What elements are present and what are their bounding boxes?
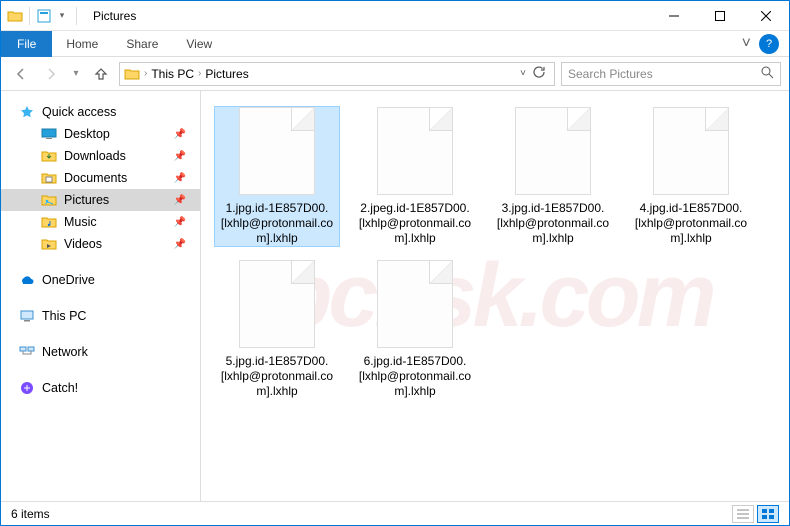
pin-icon: 📌 bbox=[174, 195, 186, 206]
sidebar-item-desktop[interactable]: Desktop 📌 bbox=[1, 123, 200, 145]
file-name: 5.jpg.id-1E857D00.[lxhlp@protonmail.com]… bbox=[215, 354, 339, 399]
sidebar-item-label: Quick access bbox=[42, 105, 116, 119]
file-item[interactable]: 4.jpg.id-1E857D00.[lxhlp@protonmail.com]… bbox=[629, 107, 753, 246]
sidebar-item-label: This PC bbox=[42, 309, 86, 323]
music-icon bbox=[41, 214, 57, 230]
file-item[interactable]: 3.jpg.id-1E857D00.[lxhlp@protonmail.com]… bbox=[491, 107, 615, 246]
file-item[interactable]: 6.jpg.id-1E857D00.[lxhlp@protonmail.com]… bbox=[353, 260, 477, 399]
folder-icon bbox=[7, 8, 23, 24]
file-item[interactable]: 1.jpg.id-1E857D00.[lxhlp@protonmail.com]… bbox=[215, 107, 339, 246]
file-icon bbox=[377, 260, 453, 348]
breadcrumb[interactable]: Pictures bbox=[205, 67, 248, 81]
file-name: 3.jpg.id-1E857D00.[lxhlp@protonmail.com]… bbox=[491, 201, 615, 246]
maximize-button[interactable] bbox=[697, 1, 743, 31]
window-title: Pictures bbox=[81, 9, 651, 23]
sidebar-item-catch-[interactable]: Catch! bbox=[1, 377, 200, 399]
minimize-button[interactable] bbox=[651, 1, 697, 31]
network-icon bbox=[19, 344, 35, 360]
sidebar-item-label: Music bbox=[64, 215, 97, 229]
sidebar-item-pictures[interactable]: Pictures 📌 bbox=[1, 189, 200, 211]
file-icon bbox=[239, 107, 315, 195]
file-icon bbox=[653, 107, 729, 195]
file-icon bbox=[239, 260, 315, 348]
main: Quick access Desktop📌Downloads📌Documents… bbox=[1, 91, 789, 501]
file-item[interactable]: 2.jpeg.id-1E857D00.[lxhlp@protonmail.com… bbox=[353, 107, 477, 246]
sidebar-item-label: Pictures bbox=[64, 193, 109, 207]
content-pane[interactable]: pcrisk.com 1.jpg.id-1E857D00.[lxhlp@prot… bbox=[201, 91, 789, 501]
address-row: ▾ › This PC › Pictures ˅ Search Pictures bbox=[1, 57, 789, 91]
address-actions: ˅ bbox=[516, 65, 550, 82]
search-placeholder: Search Pictures bbox=[568, 67, 653, 81]
search-icon[interactable] bbox=[760, 65, 774, 82]
file-name: 4.jpg.id-1E857D00.[lxhlp@protonmail.com]… bbox=[629, 201, 753, 246]
tab-home[interactable]: Home bbox=[52, 33, 112, 55]
videos-icon bbox=[41, 236, 57, 252]
file-name: 1.jpg.id-1E857D00.[lxhlp@protonmail.com]… bbox=[215, 201, 339, 246]
ribbon: File Home Share View ˅ ? bbox=[1, 31, 789, 57]
sidebar-item-label: Catch! bbox=[42, 381, 78, 395]
back-button[interactable] bbox=[9, 62, 33, 86]
sidebar-item-videos[interactable]: Videos 📌 bbox=[1, 233, 200, 255]
sidebar-item-label: Documents bbox=[64, 171, 127, 185]
ribbon-expand-icon[interactable]: ˅ bbox=[742, 35, 751, 53]
star-icon bbox=[19, 104, 35, 120]
pin-icon: 📌 bbox=[174, 217, 186, 228]
thispc-icon bbox=[19, 308, 35, 324]
sidebar-quick-access[interactable]: Quick access bbox=[1, 101, 200, 123]
sidebar-item-network[interactable]: Network bbox=[1, 341, 200, 363]
up-button[interactable] bbox=[89, 62, 113, 86]
help-button[interactable]: ? bbox=[759, 34, 779, 54]
status-count: 6 items bbox=[11, 507, 50, 521]
pictures-icon bbox=[124, 66, 140, 82]
properties-icon[interactable] bbox=[36, 8, 52, 24]
file-item[interactable]: 5.jpg.id-1E857D00.[lxhlp@protonmail.com]… bbox=[215, 260, 339, 399]
breadcrumb[interactable]: This PC bbox=[151, 67, 194, 81]
desktop-icon bbox=[41, 126, 57, 142]
view-details-button[interactable] bbox=[732, 505, 754, 523]
sidebar-item-label: OneDrive bbox=[42, 273, 95, 287]
file-tab[interactable]: File bbox=[1, 31, 52, 57]
pin-icon: 📌 bbox=[174, 129, 186, 140]
file-name: 2.jpeg.id-1E857D00.[lxhlp@protonmail.com… bbox=[353, 201, 477, 246]
sidebar-item-this-pc[interactable]: This PC bbox=[1, 305, 200, 327]
window-controls bbox=[651, 1, 789, 31]
titlebar: ▾ Pictures bbox=[1, 1, 789, 31]
sidebar-item-label: Network bbox=[42, 345, 88, 359]
qat-dropdown-icon[interactable]: ▾ bbox=[54, 8, 70, 24]
address-bar[interactable]: › This PC › Pictures ˅ bbox=[119, 62, 555, 86]
refresh-icon[interactable] bbox=[532, 65, 546, 82]
chevron-right-icon[interactable]: › bbox=[198, 68, 201, 79]
sidebar-item-music[interactable]: Music 📌 bbox=[1, 211, 200, 233]
sidebar-item-label: Desktop bbox=[64, 127, 110, 141]
documents-icon bbox=[41, 170, 57, 186]
chevron-right-icon[interactable]: › bbox=[144, 68, 147, 79]
file-icon bbox=[377, 107, 453, 195]
pictures-icon bbox=[41, 192, 57, 208]
sidebar-item-label: Videos bbox=[64, 237, 102, 251]
forward-button[interactable] bbox=[39, 62, 63, 86]
close-button[interactable] bbox=[743, 1, 789, 31]
sidebar-item-documents[interactable]: Documents 📌 bbox=[1, 167, 200, 189]
search-input[interactable]: Search Pictures bbox=[561, 62, 781, 86]
sidebar-item-downloads[interactable]: Downloads 📌 bbox=[1, 145, 200, 167]
view-icons-button[interactable] bbox=[757, 505, 779, 523]
onedrive-icon bbox=[19, 272, 35, 288]
sidebar-item-label: Downloads bbox=[64, 149, 126, 163]
file-grid: 1.jpg.id-1E857D00.[lxhlp@protonmail.com]… bbox=[201, 91, 789, 415]
pin-icon: 📌 bbox=[174, 151, 186, 162]
sidebar: Quick access Desktop📌Downloads📌Documents… bbox=[1, 91, 201, 501]
sidebar-item-onedrive[interactable]: OneDrive bbox=[1, 269, 200, 291]
quick-access-toolbar: ▾ bbox=[1, 7, 81, 25]
pin-icon: 📌 bbox=[174, 239, 186, 250]
catch-icon bbox=[19, 380, 35, 396]
recent-dropdown[interactable]: ▾ bbox=[69, 62, 83, 86]
file-icon bbox=[515, 107, 591, 195]
downloads-icon bbox=[41, 148, 57, 164]
status-bar: 6 items bbox=[1, 501, 789, 525]
file-name: 6.jpg.id-1E857D00.[lxhlp@protonmail.com]… bbox=[353, 354, 477, 399]
tab-share[interactable]: Share bbox=[112, 33, 172, 55]
dropdown-icon[interactable]: ˅ bbox=[520, 68, 526, 79]
pin-icon: 📌 bbox=[174, 173, 186, 184]
tab-view[interactable]: View bbox=[172, 33, 226, 55]
